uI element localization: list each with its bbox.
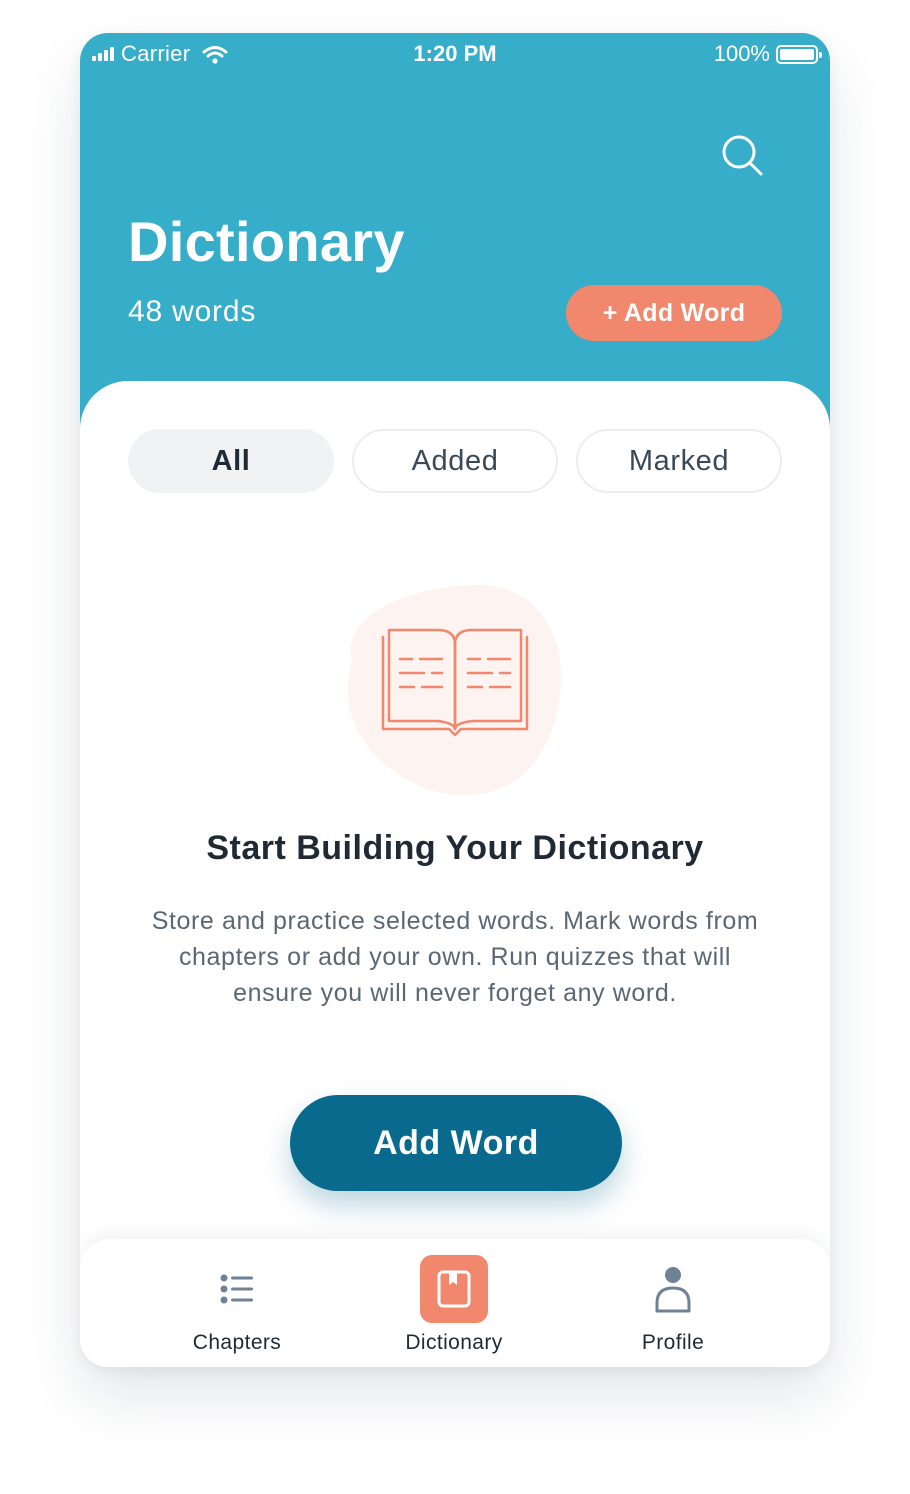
filter-marked[interactable]: Marked — [576, 429, 782, 493]
open-book-icon — [347, 585, 562, 796]
battery-icon — [776, 44, 822, 64]
person-icon — [639, 1255, 707, 1323]
header: Carrier 1:20 PM 100% Dictionary 48 words… — [80, 33, 830, 433]
page-title: Dictionary — [128, 210, 405, 273]
search-button[interactable] — [720, 133, 764, 177]
header-add-word-button[interactable]: + Add Word — [566, 285, 782, 341]
tab-bar: Chapters Dictionary Profile — [80, 1239, 830, 1367]
empty-state-description: Store and practice selected words. Mark … — [151, 907, 759, 1007]
list-icon — [203, 1255, 271, 1323]
tab-profile[interactable]: Profile — [573, 1239, 773, 1367]
battery-percent: 100% — [713, 41, 770, 66]
tab-dictionary[interactable]: Dictionary — [354, 1239, 554, 1367]
phone-screen: Carrier 1:20 PM 100% Dictionary 48 words… — [80, 33, 830, 1367]
filter-all[interactable]: All — [128, 429, 334, 493]
tab-label-dictionary: Dictionary — [405, 1331, 503, 1354]
tab-label-chapters: Chapters — [192, 1331, 282, 1354]
search-icon — [722, 135, 763, 176]
filter-added[interactable]: Added — [352, 429, 558, 493]
empty-state-title: Start Building Your Dictionary — [206, 829, 704, 867]
status-right: 100% — [713, 41, 822, 67]
tab-label-profile: Profile — [641, 1331, 705, 1354]
tab-chapters[interactable]: Chapters — [137, 1239, 337, 1367]
add-word-button[interactable]: Add Word — [290, 1095, 622, 1191]
book-icon — [420, 1255, 488, 1323]
word-count: 48 words — [128, 295, 257, 328]
status-bar: Carrier 1:20 PM 100% — [80, 33, 830, 77]
